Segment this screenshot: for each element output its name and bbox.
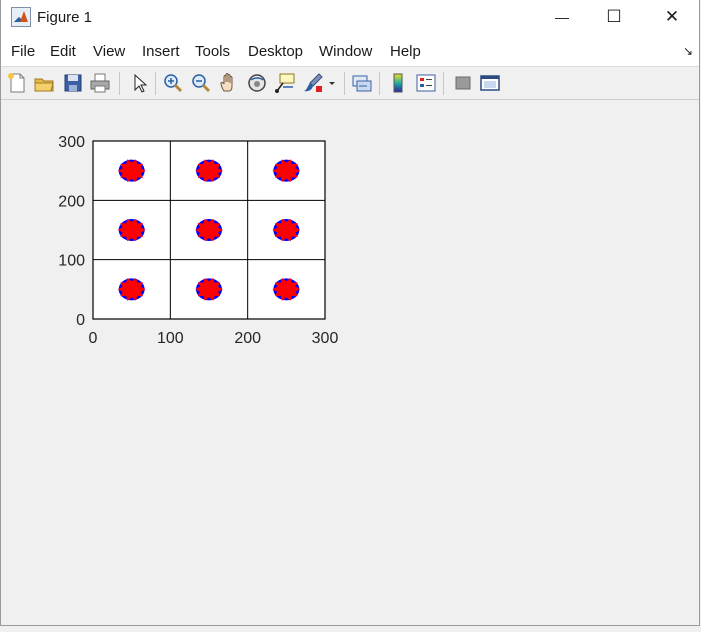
y-tick-label: 100 <box>58 253 85 270</box>
x-tick-label: 100 <box>157 330 184 347</box>
plot-canvas: 0 100 200 300 0 100 200 300 <box>58 134 339 347</box>
x-tick-label: 200 <box>234 330 261 347</box>
x-tick-label: 0 <box>89 330 98 347</box>
x-tick-label: 300 <box>312 330 339 347</box>
y-tick-label: 300 <box>58 134 85 151</box>
y-tick-label: 200 <box>58 193 85 210</box>
y-tick-label: 0 <box>76 312 85 329</box>
